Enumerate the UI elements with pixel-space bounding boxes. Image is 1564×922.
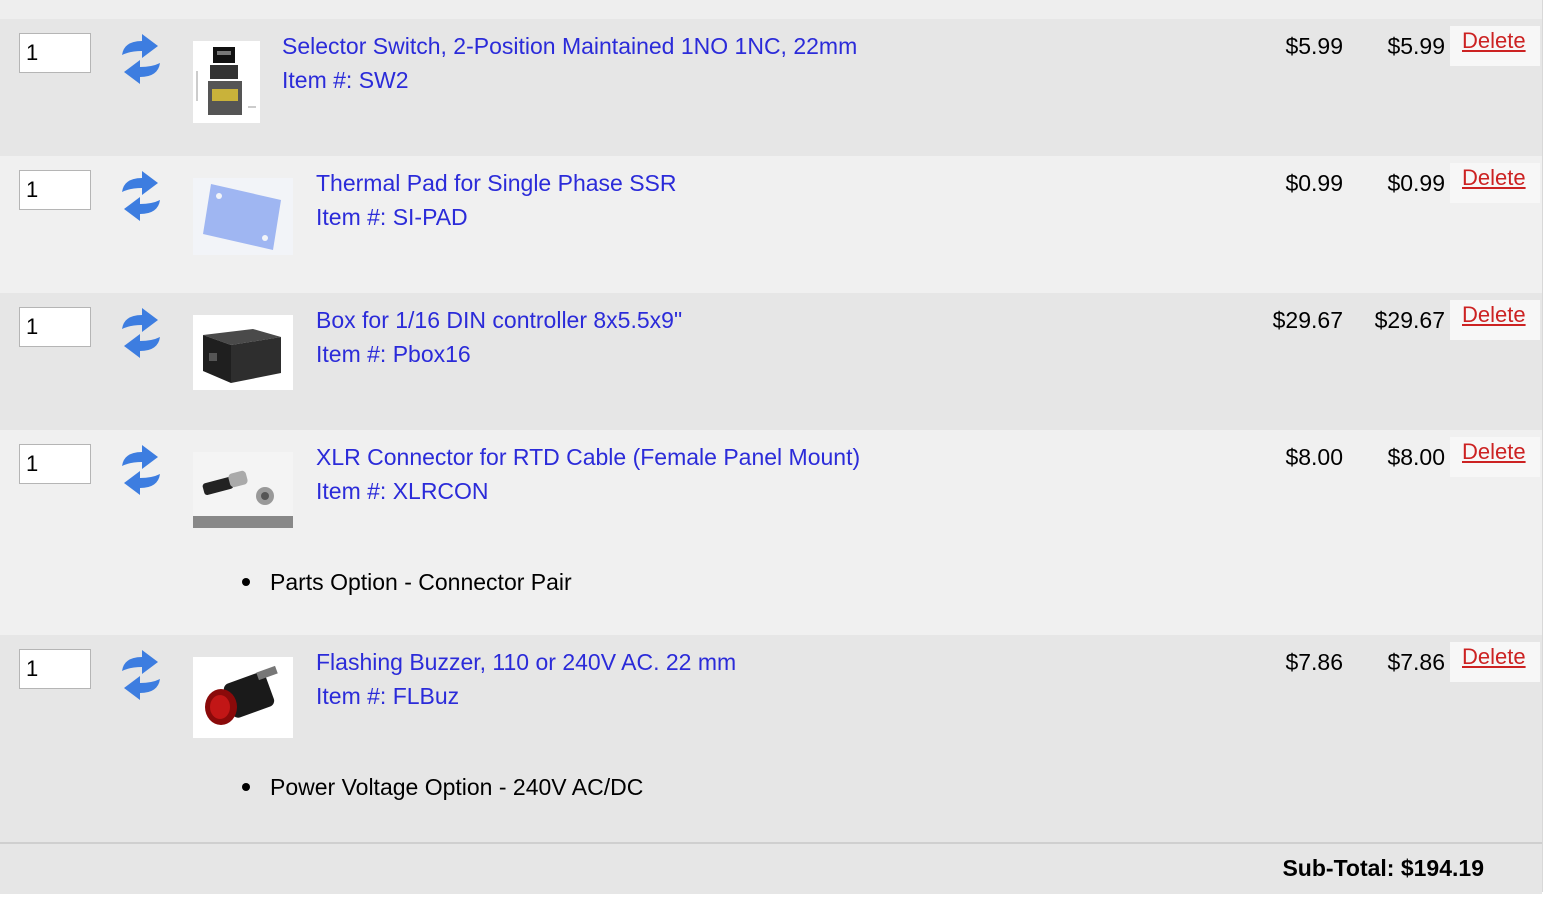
product-title-link[interactable]: Box for 1/16 DIN controller 8x5.5x9"	[316, 307, 682, 334]
product-title-link[interactable]: Thermal Pad for Single Phase SSR	[316, 170, 677, 197]
box-image[interactable]	[193, 315, 293, 390]
cart-row: Flashing Buzzer, 110 or 240V AC. 22 mm I…	[0, 635, 1542, 842]
refresh-icon[interactable]	[116, 31, 166, 87]
subtotal: Sub-Total: $194.19	[1282, 855, 1484, 881]
selector-switch-image[interactable]	[193, 41, 260, 123]
cart-row: Box for 1/16 DIN controller 8x5.5x9" Ite…	[0, 293, 1542, 430]
delete-link[interactable]: Delete	[1462, 28, 1526, 54]
quantity-input[interactable]	[19, 307, 91, 347]
delete-cell: Delete	[1450, 26, 1540, 66]
cart-row: Thermal Pad for Single Phase SSR Item #:…	[0, 156, 1542, 293]
quantity-input[interactable]	[19, 649, 91, 689]
delete-link[interactable]: Delete	[1462, 165, 1526, 191]
product-title-link[interactable]: XLR Connector for RTD Cable (Female Pane…	[316, 444, 860, 471]
refresh-icon[interactable]	[116, 647, 166, 703]
product-option-text: Power Voltage Option - 240V AC/DC	[270, 774, 644, 800]
line-total: $8.00	[1387, 444, 1445, 470]
delete-link[interactable]: Delete	[1462, 644, 1526, 670]
line-total: $29.67	[1374, 307, 1445, 333]
delete-cell: Delete	[1450, 642, 1540, 682]
buzzer-image[interactable]	[193, 657, 293, 738]
xlr-connector-image[interactable]	[193, 452, 293, 528]
shopping-cart: Selector Switch, 2-Position Maintained 1…	[0, 0, 1543, 894]
product-sku: Item #: FLBuz	[316, 683, 460, 709]
unit-price: $0.99	[1285, 170, 1343, 196]
delete-link[interactable]: Delete	[1462, 439, 1526, 465]
refresh-icon[interactable]	[116, 442, 166, 498]
delete-cell: Delete	[1450, 300, 1540, 340]
unit-price: $8.00	[1285, 444, 1343, 470]
product-option: Power Voltage Option - 240V AC/DC	[242, 774, 643, 801]
product-title-link[interactable]: Selector Switch, 2-Position Maintained 1…	[282, 33, 857, 60]
product-sku: Item #: Pbox16	[316, 341, 471, 367]
unit-price: $7.86	[1285, 649, 1343, 675]
cart-row: XLR Connector for RTD Cable (Female Pane…	[0, 430, 1542, 635]
bullet-icon	[242, 577, 250, 586]
product-title-link[interactable]: Flashing Buzzer, 110 or 240V AC. 22 mm	[316, 649, 736, 676]
delete-link[interactable]: Delete	[1462, 302, 1526, 328]
line-total: $0.99	[1387, 170, 1445, 196]
cart-header-row	[0, 0, 1542, 20]
line-total: $7.86	[1387, 649, 1445, 675]
quantity-input[interactable]	[19, 33, 91, 73]
unit-price: $29.67	[1272, 307, 1343, 333]
subtotal-row: Sub-Total: $194.19	[0, 842, 1542, 894]
line-total: $5.99	[1387, 33, 1445, 59]
quantity-input[interactable]	[19, 444, 91, 484]
product-sku: Item #: XLRCON	[316, 478, 489, 504]
refresh-icon[interactable]	[116, 168, 166, 224]
delete-cell: Delete	[1450, 163, 1540, 203]
delete-cell: Delete	[1450, 437, 1540, 477]
thermal-pad-image[interactable]	[193, 178, 293, 255]
unit-price: $5.99	[1285, 33, 1343, 59]
refresh-icon[interactable]	[116, 305, 166, 361]
product-option-text: Parts Option - Connector Pair	[270, 569, 572, 595]
cart-row: Selector Switch, 2-Position Maintained 1…	[0, 19, 1542, 156]
product-sku: Item #: SW2	[282, 67, 409, 93]
quantity-input[interactable]	[19, 170, 91, 210]
product-option: Parts Option - Connector Pair	[242, 569, 572, 596]
bullet-icon	[242, 782, 250, 791]
product-sku: Item #: SI-PAD	[316, 204, 468, 230]
